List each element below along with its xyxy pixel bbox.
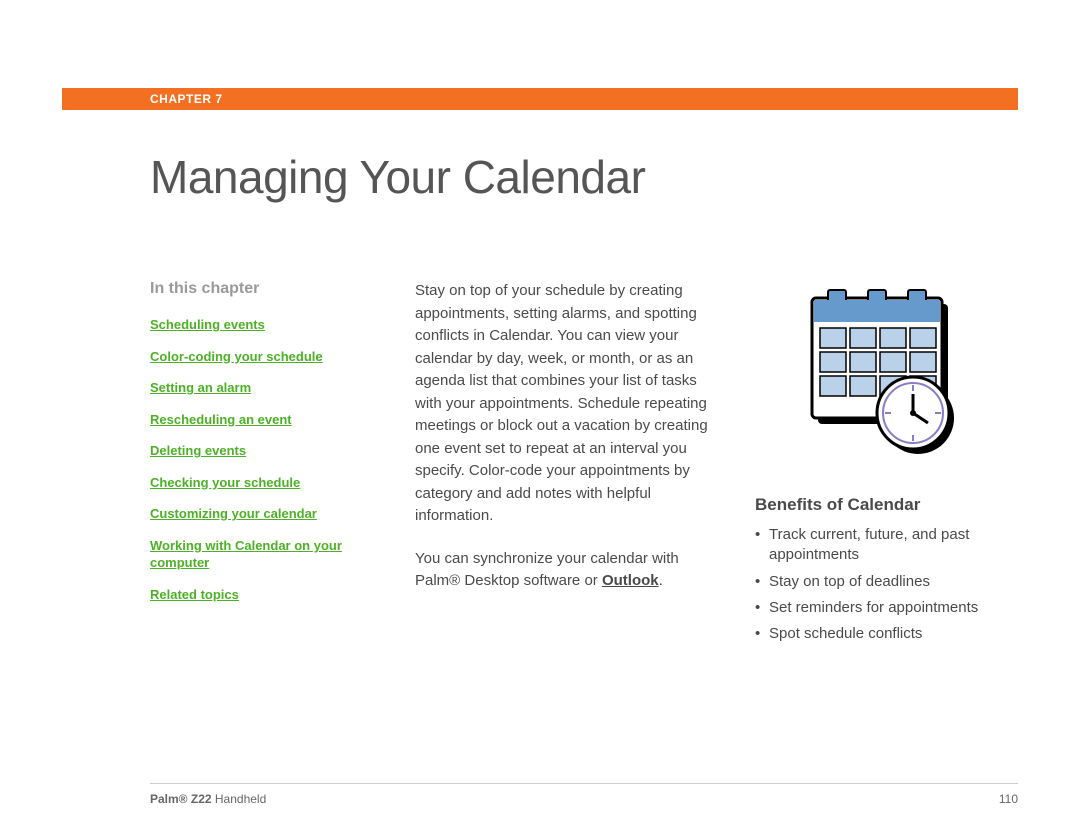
page-title: Managing Your Calendar bbox=[150, 150, 645, 204]
toc-link-customizing[interactable]: Customizing your calendar bbox=[150, 505, 375, 523]
toc-link-color-coding[interactable]: Color-coding your schedule bbox=[150, 348, 375, 366]
benefit-item: Stay on top of deadlines bbox=[755, 572, 1035, 592]
sidebar-heading: In this chapter bbox=[150, 280, 375, 298]
benefit-item: Set reminders for appointments bbox=[755, 598, 1035, 618]
benefits-list: Track current, future, and past appointm… bbox=[755, 525, 1035, 644]
product-name: Palm® Z22 Handheld bbox=[150, 792, 266, 806]
benefits-column: Benefits of Calendar Track current, futu… bbox=[755, 280, 1035, 650]
benefit-item: Spot schedule conflicts bbox=[755, 624, 1035, 644]
benefit-item: Track current, future, and past appointm… bbox=[755, 525, 1035, 566]
toc-link-related[interactable]: Related topics bbox=[150, 586, 375, 604]
calendar-clock-icon bbox=[790, 280, 1035, 465]
toc-link-setting-alarm[interactable]: Setting an alarm bbox=[150, 379, 375, 397]
product-name-rest: Handheld bbox=[212, 792, 267, 806]
page-number: 110 bbox=[999, 792, 1018, 806]
toc-link-rescheduling[interactable]: Rescheduling an event bbox=[150, 411, 375, 429]
chapter-header-bar: CHAPTER 7 bbox=[62, 88, 1018, 110]
chapter-label: CHAPTER 7 bbox=[150, 92, 223, 106]
page-footer: Palm® Z22 Handheld 110 bbox=[150, 783, 1018, 806]
product-name-strong: Palm® Z22 bbox=[150, 792, 212, 806]
intro-paragraph-2: You can synchronize your calendar with P… bbox=[415, 548, 715, 593]
outlook-link[interactable]: Outlook bbox=[602, 572, 659, 589]
toc-link-computer[interactable]: Working with Calendar on your computer bbox=[150, 537, 375, 572]
main-text-column: Stay on top of your schedule by creating… bbox=[415, 280, 715, 650]
toc-link-checking[interactable]: Checking your schedule bbox=[150, 474, 375, 492]
content-area: In this chapter Scheduling events Color-… bbox=[150, 280, 1018, 650]
in-this-chapter-sidebar: In this chapter Scheduling events Color-… bbox=[150, 280, 375, 650]
toc-link-deleting[interactable]: Deleting events bbox=[150, 442, 375, 460]
toc-link-scheduling-events[interactable]: Scheduling events bbox=[150, 316, 375, 334]
intro-paragraph-1: Stay on top of your schedule by creating… bbox=[415, 280, 715, 528]
para2-post: . bbox=[659, 572, 663, 589]
benefits-heading: Benefits of Calendar bbox=[755, 495, 1035, 515]
